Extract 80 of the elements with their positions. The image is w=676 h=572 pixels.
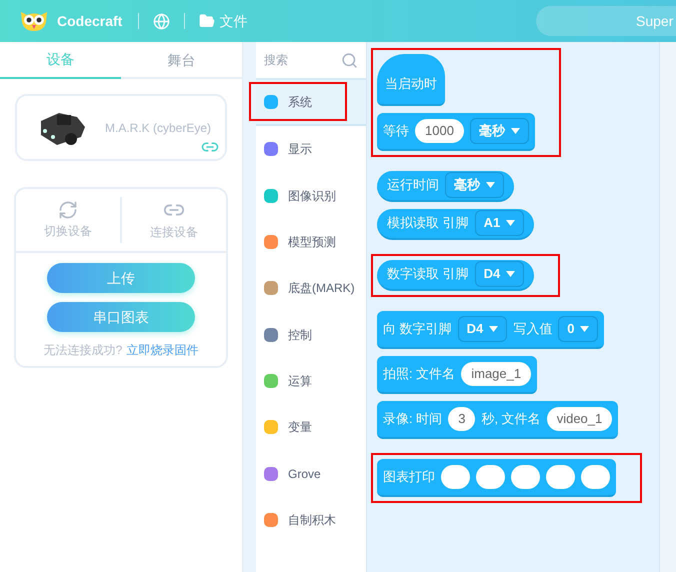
upload-button[interactable]: 上传 (47, 263, 195, 293)
category-label: 底盘(MARK) (288, 280, 355, 298)
block-label: 秒, 文件名 (481, 410, 541, 428)
category-label: 自制积木 (288, 512, 336, 529)
category-item[interactable]: 系统 (256, 80, 366, 126)
block-label: 录像: 时间 (383, 410, 442, 428)
caret-icon (510, 128, 520, 134)
empty-input[interactable] (581, 464, 610, 488)
block-label: 等待 (383, 122, 409, 140)
block-dropdown[interactable]: D4 (458, 316, 508, 342)
serial-chart-button[interactable]: 串口图表 (47, 302, 195, 332)
caret-icon (580, 326, 590, 332)
block-dropdown[interactable]: A1 (474, 210, 524, 236)
caret-icon (506, 271, 516, 277)
category-label: 控制 (288, 326, 312, 344)
caret-icon (489, 326, 498, 332)
reporter-block[interactable]: 模拟读取 引脚 A1 (377, 208, 534, 240)
block-label: 拍照: 文件名 (383, 364, 456, 383)
owl-logo-icon (19, 10, 49, 32)
category-item[interactable]: 显示 (256, 126, 366, 173)
category-item[interactable]: 底盘(MARK) (256, 265, 366, 312)
empty-input[interactable] (546, 464, 575, 488)
caret-icon (486, 182, 495, 188)
folder-icon (199, 13, 216, 29)
block-dropdown[interactable]: 毫秒 (470, 118, 529, 144)
app-name: Codecraft (57, 12, 122, 30)
command-block[interactable]: 拍照: 文件名 image_1 (377, 356, 538, 394)
reporter-block[interactable]: 数字读取 引脚 D4 (377, 260, 534, 290)
block-label: 当启动时 (385, 75, 437, 93)
block-label: 运行时间 (387, 176, 439, 194)
hat-block[interactable]: 当启动时 (377, 54, 445, 106)
block-input[interactable]: 1000 (415, 118, 464, 142)
device-name: M.A.R.K (cyberEye) (105, 120, 212, 136)
empty-input[interactable] (476, 464, 505, 488)
language-globe-icon[interactable] (153, 12, 170, 30)
connect-device-button[interactable]: 连接设备 (122, 197, 226, 243)
panel-tab[interactable]: 舞台 (121, 42, 242, 79)
file-menu[interactable]: 文件 (199, 10, 248, 32)
category-item[interactable]: 模型预测 (256, 218, 366, 266)
device-card[interactable]: M.A.R.K (cyberEye) (15, 94, 227, 161)
block-label: 模拟读取 引脚 (387, 214, 469, 232)
search-field[interactable]: 搜索 (264, 51, 334, 69)
category-item[interactable]: 图像识别 (256, 172, 366, 219)
category-label: 变量 (288, 419, 312, 436)
device-selector[interactable]: Super (536, 6, 676, 36)
category-item[interactable]: Grove (256, 450, 366, 497)
flash-firmware-link[interactable]: 立即烧录固件 (126, 341, 198, 359)
search-icon (341, 52, 358, 68)
block-input[interactable]: 3 (448, 406, 476, 430)
block-label: 图表打印 (383, 468, 435, 486)
category-item[interactable]: 变量 (256, 404, 366, 450)
refresh-icon (58, 200, 78, 220)
switch-device-button[interactable]: 切换设备 (16, 197, 120, 243)
command-block[interactable]: 向 数字引脚 D4 写入值 0 (377, 310, 604, 348)
block-label: 数字读取 引脚 (387, 265, 469, 284)
category-label: 图像识别 (288, 188, 336, 205)
command-block[interactable]: 等待 1000 毫秒 (377, 112, 535, 150)
help-text: 无法连接成功? (44, 342, 122, 359)
category-item[interactable]: 运算 (256, 358, 366, 404)
category-item[interactable]: 自制积木 (256, 496, 366, 543)
command-block[interactable]: 图表打印 (377, 458, 616, 496)
block-dropdown[interactable]: D4 (474, 261, 524, 287)
caret-icon (506, 220, 516, 226)
block-input[interactable]: image_1 (461, 362, 532, 386)
empty-input[interactable] (511, 464, 540, 488)
block-dropdown[interactable]: 毫秒 (445, 172, 504, 198)
category-label: 显示 (288, 141, 312, 158)
block-label: 写入值 (513, 320, 552, 338)
panel-tab[interactable]: 设备 (0, 42, 121, 79)
category-item[interactable]: 控制 (256, 311, 366, 358)
empty-input[interactable] (441, 464, 470, 488)
block-label: 向 数字引脚 (383, 320, 452, 338)
command-block[interactable]: 录像: 时间 3 秒, 文件名 video_1 (377, 400, 618, 438)
category-label: Grove (288, 466, 321, 483)
block-dropdown[interactable]: 0 (558, 316, 598, 342)
reporter-block[interactable]: 运行时间 毫秒 (377, 170, 514, 202)
category-label: 系统 (288, 94, 312, 112)
block-input[interactable]: video_1 (546, 406, 612, 430)
category-label: 模型预测 (288, 234, 336, 252)
category-label: 运算 (288, 372, 312, 390)
